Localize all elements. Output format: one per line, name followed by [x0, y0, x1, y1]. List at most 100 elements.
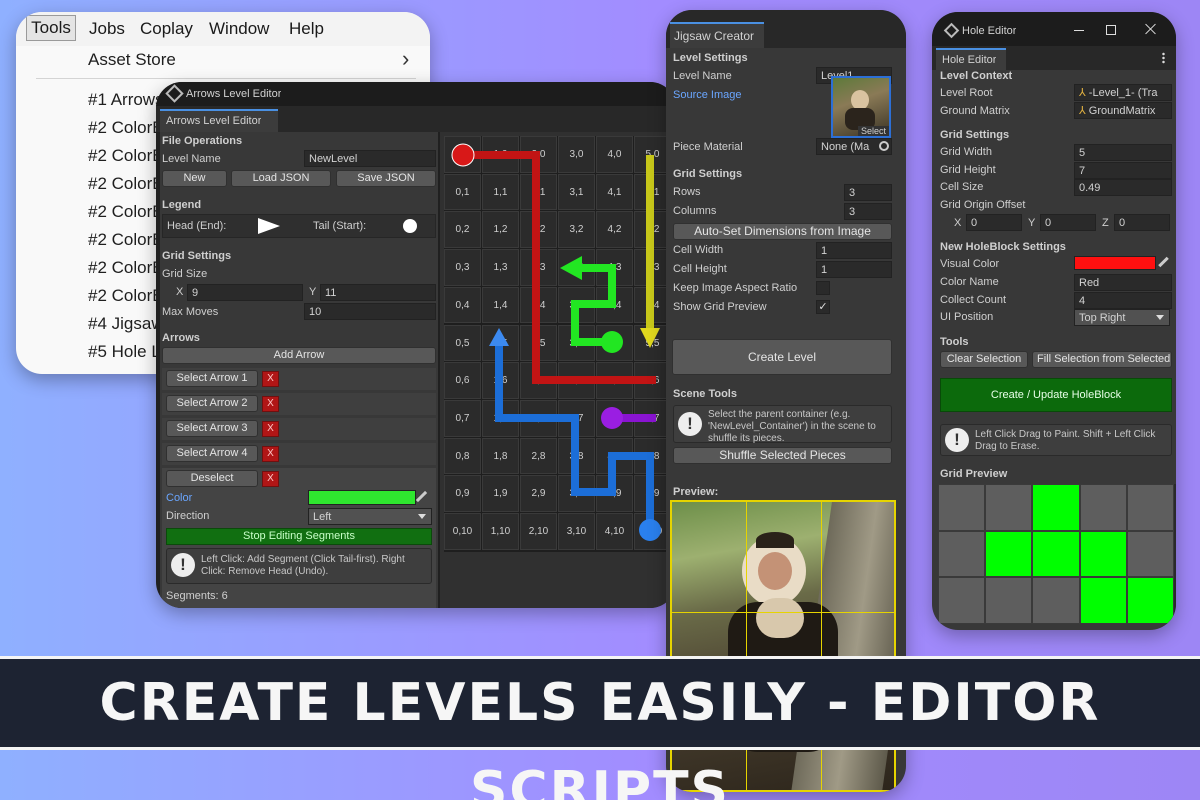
new-button[interactable]: New — [162, 170, 227, 187]
minimize-icon[interactable] — [1074, 30, 1084, 31]
grid-height-field[interactable]: 7 — [1074, 162, 1172, 179]
cell-width-field[interactable]: 1 — [816, 242, 892, 259]
red-arrow-tail — [451, 143, 475, 167]
preview-cell[interactable] — [1032, 577, 1080, 624]
info-icon: ! — [171, 553, 195, 577]
shuffle-pieces-button[interactable]: Shuffle Selected Pieces — [673, 447, 892, 464]
ground-matrix-field[interactable]: ⅄ GroundMatrix — [1074, 102, 1172, 119]
piece-material-field[interactable]: None (Ma — [816, 138, 892, 155]
tab-arrows-editor[interactable]: Arrows Level Editor — [160, 109, 278, 132]
preview-cell[interactable] — [985, 484, 1033, 531]
keep-aspect-checkbox[interactable] — [816, 281, 830, 295]
hole-window-title: Hole Editor — [962, 25, 1017, 37]
select-arrow-2-button[interactable]: Select Arrow 2 — [166, 395, 258, 412]
visual-color-swatch[interactable] — [1074, 256, 1156, 270]
grid-y-field[interactable]: 11 — [320, 284, 436, 301]
preview-cell[interactable] — [985, 530, 1033, 578]
color-name-field[interactable]: Red — [1074, 274, 1172, 291]
delete-selected-button[interactable]: X — [262, 471, 279, 487]
offset-z-field[interactable]: 0 — [1114, 214, 1170, 231]
direction-select[interactable]: Left — [308, 508, 432, 525]
green-arrow-head — [560, 256, 582, 280]
direction-label: Direction — [166, 510, 210, 522]
preview-cell[interactable] — [1126, 530, 1174, 578]
grid-settings-heading: Grid Settings — [162, 250, 232, 262]
fill-selection-button[interactable]: Fill Selection from Selected — [1032, 351, 1172, 368]
grid-x-field[interactable]: 9 — [187, 284, 303, 301]
level-name-field[interactable]: NewLevel — [304, 150, 436, 167]
eyedropper-icon[interactable] — [1158, 256, 1169, 268]
select-arrow-1-button[interactable]: Select Arrow 1 — [166, 370, 258, 387]
color-swatch[interactable] — [308, 490, 416, 505]
deselect-button[interactable]: Deselect — [166, 470, 258, 487]
menu-window[interactable]: Window — [209, 19, 269, 39]
ui-position-label: UI Position — [940, 311, 994, 323]
collect-count-field[interactable]: 4 — [1074, 292, 1172, 309]
cell-height-field[interactable]: 1 — [816, 261, 892, 278]
maximize-icon[interactable] — [1106, 25, 1116, 35]
preview-cell[interactable] — [1079, 530, 1127, 578]
preview-cell[interactable] — [1032, 530, 1080, 578]
legend-row: Head (End): Tail (Start): — [162, 214, 436, 238]
select-arrow-4-button[interactable]: Select Arrow 4 — [166, 445, 258, 462]
menu-tools[interactable]: Tools — [26, 15, 76, 41]
object-picker-icon[interactable] — [879, 141, 889, 151]
eyedropper-icon[interactable] — [415, 490, 428, 503]
offset-x-field[interactable]: 0 — [966, 214, 1022, 231]
columns-field[interactable]: 3 — [844, 203, 892, 220]
preview-cell[interactable] — [938, 577, 986, 624]
preview-cell[interactable] — [938, 484, 986, 531]
blue-arrow-path — [495, 342, 654, 530]
create-level-button[interactable]: Create Level — [672, 339, 892, 375]
add-arrow-button[interactable]: Add Arrow — [162, 347, 436, 364]
menu-jobs[interactable]: Jobs — [89, 19, 125, 39]
delete-arrow-1-button[interactable]: X — [262, 371, 279, 387]
save-json-button[interactable]: Save JSON — [336, 170, 436, 187]
select-arrow-3-button[interactable]: Select Arrow 3 — [166, 420, 258, 437]
new-holeblock-heading: New HoleBlock Settings — [940, 241, 1066, 253]
max-moves-field[interactable]: 10 — [304, 303, 436, 320]
delete-arrow-4-button[interactable]: X — [262, 446, 279, 462]
create-update-holeblock-button[interactable]: Create / Update HoleBlock — [940, 378, 1172, 412]
tab-jigsaw-creator[interactable]: Jigsaw Creator — [670, 22, 764, 48]
grid-preview-heading: Grid Preview — [940, 468, 1008, 480]
piece-material-value: None (Ma — [821, 141, 870, 153]
preview-cell[interactable] — [1079, 577, 1127, 624]
grid-width-field[interactable]: 5 — [1074, 144, 1172, 161]
monkey-thumb-face — [851, 90, 869, 110]
delete-arrow-2-button[interactable]: X — [262, 396, 279, 412]
source-image-thumbnail[interactable]: Select — [831, 76, 891, 138]
menu-asset-store[interactable]: Asset Store — [88, 50, 176, 70]
preview-cell[interactable] — [938, 530, 986, 578]
clear-selection-button[interactable]: Clear Selection — [940, 351, 1028, 368]
delete-arrow-3-button[interactable]: X — [262, 421, 279, 437]
preview-cell[interactable] — [1126, 484, 1174, 531]
ground-matrix-value: GroundMatrix — [1088, 105, 1156, 117]
hole-grid-settings-heading: Grid Settings — [940, 129, 1010, 141]
color-label: Color — [166, 492, 193, 504]
kebab-menu-icon[interactable] — [1162, 52, 1165, 64]
arrow-row-4: Select Arrow 4 X — [162, 443, 436, 465]
preview-cell[interactable] — [1079, 484, 1127, 531]
scene-tools-heading: Scene Tools — [673, 388, 737, 400]
close-icon[interactable] — [1144, 22, 1158, 36]
unity-logo-icon — [943, 22, 960, 39]
load-json-button[interactable]: Load JSON — [231, 170, 331, 187]
ui-position-select[interactable]: Top Right — [1074, 309, 1170, 326]
menu-help[interactable]: Help — [289, 19, 324, 39]
preview-heading: Preview: — [673, 486, 719, 498]
preview-cell[interactable] — [1032, 484, 1080, 531]
offset-y-field[interactable]: 0 — [1040, 214, 1096, 231]
menu-coplay[interactable]: Coplay — [140, 19, 193, 39]
rows-field[interactable]: 3 — [844, 184, 892, 201]
cell-size-field[interactable]: 0.49 — [1074, 179, 1172, 196]
hole-grid-preview — [938, 484, 1176, 624]
offset-y-label: Y — [1028, 217, 1036, 229]
preview-cell[interactable] — [1126, 577, 1174, 624]
auto-set-dimensions-button[interactable]: Auto-Set Dimensions from Image — [673, 223, 892, 240]
level-root-field[interactable]: ⅄ -Level_1- (Tra — [1074, 84, 1172, 101]
preview-cell[interactable] — [985, 577, 1033, 624]
stop-editing-button[interactable]: Stop Editing Segments — [166, 528, 432, 545]
show-grid-checkbox[interactable]: ✓ — [816, 300, 830, 314]
tab-hole-editor[interactable]: Hole Editor — [936, 48, 1006, 70]
